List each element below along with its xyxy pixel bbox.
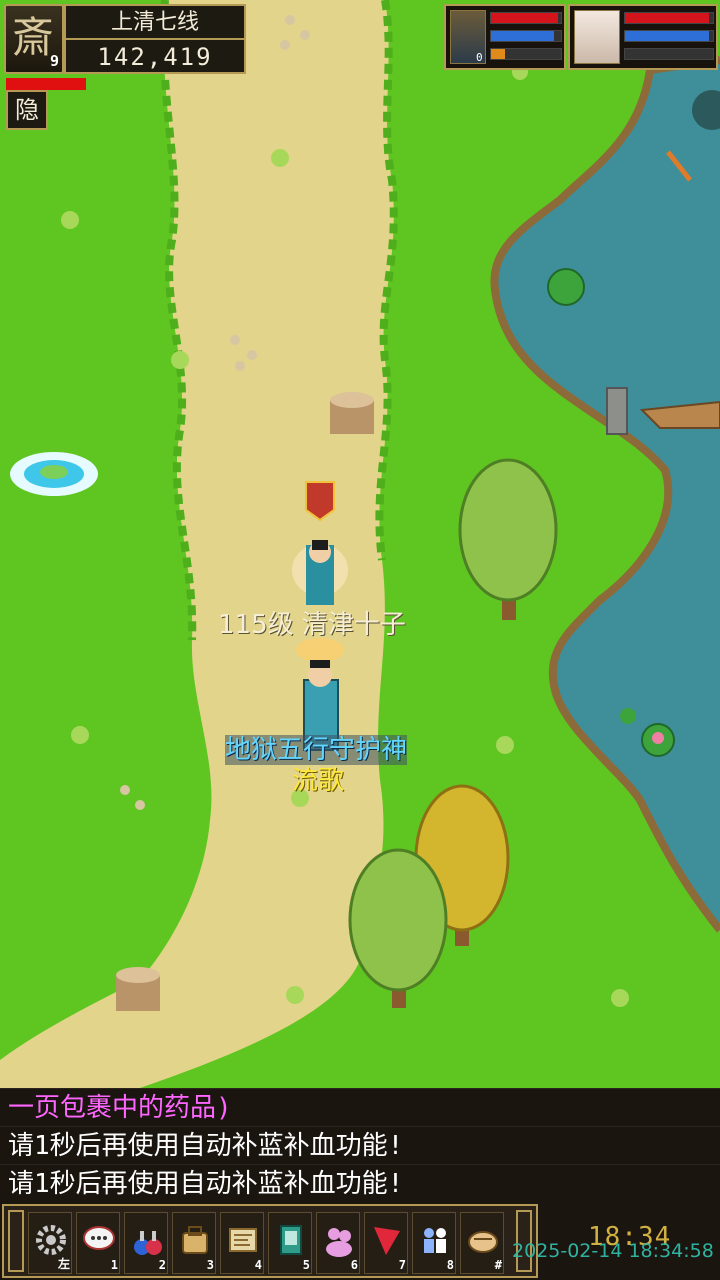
portrait-glyph: 斎 — [12, 13, 55, 62]
companion-portrait — [574, 10, 620, 64]
hotbar-slot-team[interactable]: 6 — [316, 1212, 360, 1274]
map-terrain — [0, 0, 720, 1088]
exp-bar — [490, 48, 562, 60]
hotkey-label: # — [494, 1258, 502, 1272]
flag-icon — [374, 1227, 400, 1255]
chat-bubble-icon — [83, 1226, 115, 1250]
player-character[interactable] — [296, 638, 344, 751]
hotbar-slot-bag[interactable]: 3 — [172, 1212, 216, 1274]
gold-amount: 142,419 — [97, 43, 213, 71]
game-map[interactable]: 115级 清津十子 地狱五行守护神 流歌 — [0, 0, 720, 1088]
mount-icon — [468, 1231, 498, 1253]
hotbar-slot-settings[interactable]: 左 — [28, 1212, 72, 1274]
hotbar-slot-map[interactable]: 4 — [220, 1212, 264, 1274]
gear-icon — [36, 1225, 66, 1255]
hotkey-label: 8 — [446, 1258, 454, 1272]
server-gold-panel: 上清七线 142,419 — [64, 4, 246, 74]
hotbar-slot-potion[interactable]: 2 — [124, 1212, 168, 1274]
scroll-map-icon — [229, 1228, 257, 1252]
hotbar-slot-flag[interactable]: 7 — [364, 1212, 408, 1274]
tree-stump — [330, 392, 374, 434]
party-member-frame[interactable] — [568, 4, 718, 70]
player-title-label: 地狱五行守护神 — [225, 735, 408, 765]
chat-line: 一页包裹中的药品) — [0, 1088, 720, 1126]
screenshot-timestamp: 2025-02-14 18:34:58 — [512, 1240, 714, 1262]
lily-pad — [547, 268, 585, 306]
player-hp-bar — [6, 78, 86, 90]
team-icon — [326, 1228, 352, 1257]
hotbar-slot-book[interactable]: 5 — [268, 1212, 312, 1274]
hotbar-slot-chat[interactable]: 1 — [76, 1212, 120, 1274]
mp-bar — [490, 30, 562, 42]
bag-icon — [182, 1226, 208, 1254]
hotbar-frame: 左 1 2 3 4 5 6 7 8 # — [2, 1204, 538, 1278]
tree-stump — [116, 967, 160, 1011]
player-name-label: 流歌 — [292, 766, 345, 796]
hp-bar — [490, 12, 562, 24]
mp-bar — [624, 30, 714, 42]
party-slot-number: 0 — [476, 51, 483, 64]
hotbar-slot-mount[interactable]: # — [460, 1212, 504, 1274]
hotbar-slot-party[interactable]: 8 — [412, 1212, 456, 1274]
chat-log[interactable]: 一页包裹中的药品) 请1秒后再使用自动补蓝补血功能! 请1秒后再使用自动补蓝补血… — [0, 1088, 720, 1202]
exp-bar — [624, 48, 714, 60]
frame-ornament — [8, 1210, 24, 1272]
hotkey-label: 1 — [110, 1258, 118, 1272]
hotkey-label: 2 — [158, 1258, 166, 1272]
player-level: 9 — [49, 52, 59, 70]
party-member-frame[interactable]: 0 — [444, 4, 566, 70]
hotkey-label: 7 — [398, 1258, 406, 1272]
hotkey-label: 5 — [302, 1258, 310, 1272]
hp-bar — [624, 12, 714, 24]
server-name: 上清七线 — [66, 6, 244, 40]
tree — [458, 458, 558, 620]
hotkey-label: 3 — [206, 1258, 214, 1272]
hotkey-label: 左 — [57, 1257, 70, 1271]
hotkey-label: 6 — [350, 1258, 358, 1272]
hide-ui-button[interactable]: 隐 — [6, 90, 48, 130]
book-icon — [280, 1225, 302, 1255]
potion-icon — [134, 1231, 162, 1255]
hotkey-label: 4 — [254, 1258, 262, 1272]
tree — [348, 848, 448, 1008]
npc-name-label: 115级 清津十子 — [218, 610, 406, 640]
chat-line: 请1秒后再使用自动补蓝补血功能! — [0, 1164, 720, 1202]
party-icon — [424, 1228, 446, 1253]
player-portrait[interactable]: 斎 9 — [4, 4, 64, 74]
dirt-road — [0, 0, 394, 1088]
chat-line: 请1秒后再使用自动补蓝补血功能! — [0, 1126, 720, 1164]
